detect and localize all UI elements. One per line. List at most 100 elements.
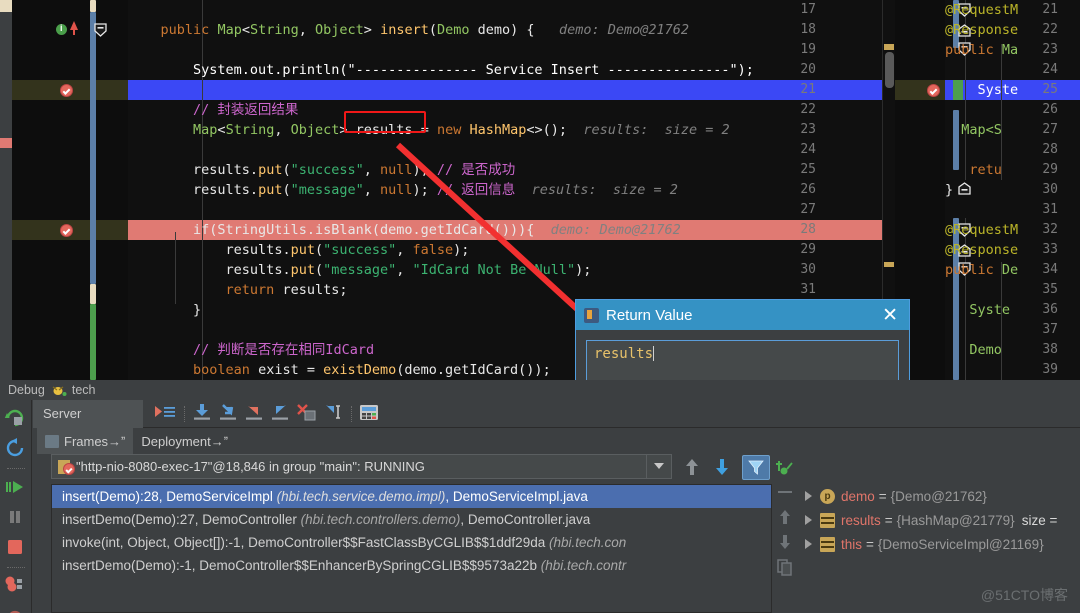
copy-icon[interactable] — [775, 557, 795, 577]
view-breakpoints-icon[interactable] — [4, 575, 28, 599]
arrow-down-icon[interactable] — [711, 456, 733, 478]
code-line[interactable]: return results; — [128, 280, 348, 300]
code-line[interactable]: @RequestM — [945, 220, 1018, 240]
resume-program-icon[interactable] — [4, 476, 28, 500]
restart-icon[interactable] — [4, 437, 28, 461]
code-line[interactable]: if(StringUtils.isBlank(demo.getIdCard())… — [128, 220, 681, 240]
variable-name: results — [841, 513, 881, 528]
dialog-titlebar[interactable]: Return Value ✕ — [576, 300, 909, 330]
minus-icon[interactable] — [775, 482, 795, 502]
frame-row[interactable]: invoke(int, Object, Object[]):-1, DemoCo… — [52, 531, 771, 554]
code-line[interactable]: @Response — [945, 20, 1018, 40]
code-line[interactable]: Map<String, Object> results = new HashMa… — [128, 120, 730, 140]
stop-icon[interactable] — [4, 536, 28, 560]
frames-list[interactable]: insert(Demo):28, DemoServiceImpl (hbi.te… — [51, 484, 772, 613]
code-line[interactable]: Syste — [945, 80, 1018, 100]
arrow-up-icon[interactable] — [681, 456, 703, 478]
line-number: 17 — [12, 0, 882, 20]
drop-frame-icon[interactable] — [294, 402, 320, 426]
frame-method: invoke(int, Object, Object[]):-1, DemoCo… — [62, 535, 549, 550]
step-out-icon[interactable] — [268, 402, 294, 426]
code-line[interactable]: } — [128, 300, 201, 320]
primitive-icon: p — [820, 489, 835, 504]
chevron-down-icon[interactable] — [646, 454, 672, 479]
variable-value: {HashMap@21779} — [897, 513, 1015, 528]
expand-arrow[interactable] — [805, 539, 812, 549]
expand-arrow[interactable] — [805, 491, 812, 501]
code-line[interactable]: results.put("success", null); // 是否成功 — [128, 160, 515, 180]
variable-row[interactable]: this={DemoServiceImpl@21169} — [799, 532, 1080, 556]
customize-threads-icon[interactable] — [775, 457, 795, 477]
code-line[interactable]: retu — [945, 160, 1002, 180]
step-over-icon[interactable] — [190, 402, 216, 426]
thread-label: "http-nio-8080-exec-17"@18,846 in group … — [76, 459, 425, 474]
tab-server[interactable]: Server — [33, 400, 143, 428]
variable-equals: = — [885, 513, 893, 528]
editor-scroll-thumb[interactable] — [885, 52, 894, 88]
line-number: 24 — [895, 60, 1080, 80]
frame-row[interactable]: insertDemo(Demo):27, DemoController (hbi… — [52, 508, 771, 531]
line-number: 21 — [12, 80, 882, 100]
code-line[interactable]: } — [945, 180, 953, 200]
debug-subtabs: Frames→ˮ Deployment→ˮ — [33, 428, 1080, 454]
object-icon — [820, 513, 835, 528]
thread-icon — [58, 460, 70, 474]
code-line[interactable]: // 封装返回结果 — [128, 100, 298, 120]
line-number: 31 — [895, 200, 1080, 220]
line-number: 39 — [895, 360, 1080, 380]
filter-icon[interactable] — [742, 455, 770, 480]
code-line[interactable]: @RequestM — [945, 0, 1018, 20]
code-line[interactable]: boolean exist = existDemo(demo.getIdCard… — [128, 360, 551, 380]
frame-file: , DemoController.java — [460, 512, 590, 527]
editor-pane-secondary[interactable]: 21@RequestM22@Response23public Ma2425 Sy… — [895, 0, 1080, 380]
thread-selector[interactable]: "http-nio-8080-exec-17"@18,846 in group … — [51, 454, 647, 479]
frame-package: (hbi.tech.controllers.demo) — [301, 512, 461, 527]
frame-row[interactable]: insert(Demo):28, DemoServiceImpl (hbi.te… — [52, 485, 771, 508]
variable-row[interactable]: results={HashMap@21779}size = — [799, 508, 1080, 532]
line-number: 19 — [12, 40, 882, 60]
code-line[interactable]: results.put("message", null); // 返回信息 re… — [128, 180, 678, 200]
force-step-into-icon[interactable] — [242, 402, 268, 426]
variable-name: demo — [841, 489, 875, 504]
up-icon[interactable] — [775, 507, 795, 527]
pause-program-icon[interactable] — [4, 506, 28, 530]
intellij-icon — [584, 308, 599, 323]
code-line[interactable]: Syste — [945, 300, 1010, 320]
debug-config-name: tech — [72, 383, 96, 397]
line-number: 27 — [12, 200, 882, 220]
close-icon[interactable]: ✕ — [879, 306, 901, 325]
marker-spacer — [0, 12, 12, 24]
mute-breakpoints-icon[interactable] — [4, 605, 28, 613]
code-line[interactable]: public Map<String, Object> insert(Demo d… — [128, 20, 689, 40]
step-into-icon[interactable] — [216, 402, 242, 426]
frame-row[interactable]: insertDemo(Demo):-1, DemoController$$Enh… — [52, 554, 771, 577]
code-line[interactable]: public Ma — [945, 40, 1018, 60]
subtab-deployment[interactable]: Deployment→ˮ — [133, 428, 236, 454]
subtab-label: Frames→ˮ — [64, 434, 125, 449]
stripe-warning-2 — [884, 262, 894, 267]
frame-method: insert(Demo):28, DemoServiceImpl — [62, 489, 277, 504]
return-value-text: results — [594, 346, 653, 362]
code-line[interactable]: results.put("success", false); — [128, 240, 469, 260]
marker-error — [0, 138, 12, 148]
code-line[interactable]: // 判断是否存在相同IdCard — [128, 340, 374, 360]
evaluate-expression-icon[interactable] — [357, 402, 383, 426]
line-number: 35 — [895, 280, 1080, 300]
sidebar-divider — [7, 468, 25, 469]
code-line[interactable]: results.put("message", "IdCard Not Be Nu… — [128, 260, 591, 280]
down-icon[interactable] — [775, 532, 795, 552]
variable-row[interactable]: pdemo={Demo@21762} — [799, 484, 1080, 508]
code-line[interactable]: System.out.println("--------------- Serv… — [128, 60, 754, 80]
thread-breakpoint-icon — [63, 463, 75, 475]
expand-arrow[interactable] — [805, 515, 812, 525]
subtab-frames[interactable]: Frames→ˮ — [37, 428, 133, 454]
code-line[interactable]: Map<S — [945, 120, 1002, 140]
ide-window: 1718 public Map<String, Object> insert(D… — [0, 0, 1080, 613]
run-to-cursor-icon[interactable] — [320, 402, 346, 426]
frame-method: insertDemo(Demo):27, DemoController — [62, 512, 301, 527]
code-line[interactable]: Demo — [945, 340, 1002, 360]
show-execution-point-icon[interactable] — [153, 402, 179, 426]
code-line[interactable]: public De — [945, 260, 1018, 280]
code-line[interactable]: @Response — [945, 240, 1018, 260]
rerun-icon[interactable] — [4, 407, 28, 431]
